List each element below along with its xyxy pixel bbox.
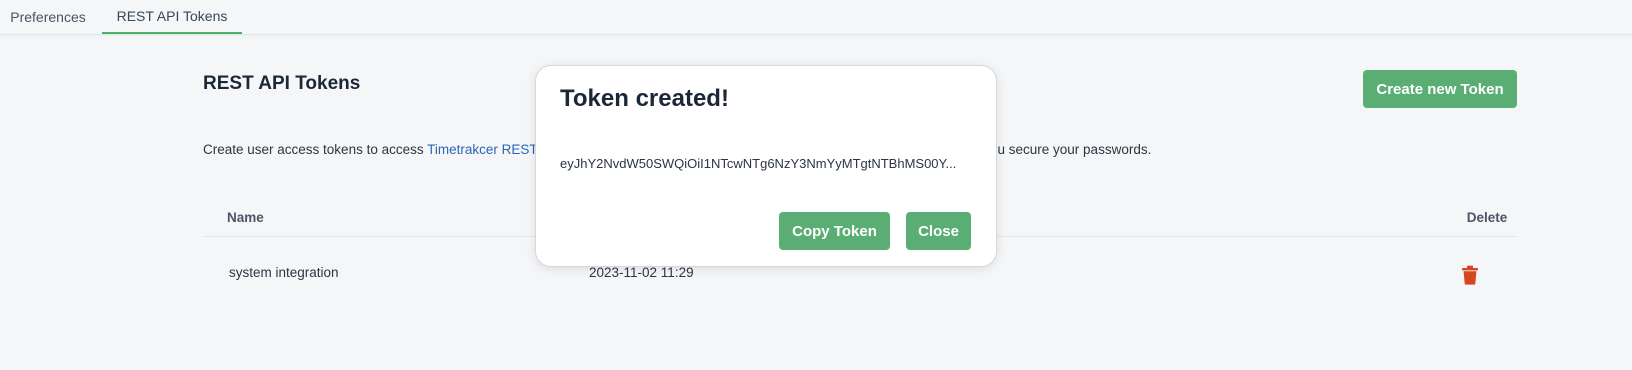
tab-rest-api-tokens[interactable]: REST API Tokens bbox=[102, 0, 242, 34]
tab-bar: Preferences REST API Tokens bbox=[0, 0, 1632, 35]
close-button[interactable]: Close bbox=[906, 212, 971, 250]
rest-api-link[interactable]: Timetrakcer REST bbox=[427, 142, 538, 157]
token-name: system integration bbox=[229, 265, 339, 280]
token-created-dialog: Token created! eyJhY2NvdW50SWQiOiI1NTcwN… bbox=[535, 65, 997, 267]
tab-preferences[interactable]: Preferences bbox=[0, 0, 96, 34]
page-title: REST API Tokens bbox=[203, 73, 361, 94]
trash-icon[interactable] bbox=[1458, 264, 1482, 286]
page-description: Create user access tokens to access Time… bbox=[203, 142, 538, 157]
column-header-delete: Delete bbox=[1466, 210, 1508, 225]
create-token-button[interactable]: Create new Token bbox=[1363, 70, 1517, 108]
token-value: eyJhY2NvdW50SWQiOiI1NTcwNTg6NzY3NmYyMTgt… bbox=[560, 156, 957, 171]
token-created-date: 2023-11-02 11:29 bbox=[589, 265, 694, 280]
page-description-tail: ou secure your passwords. bbox=[990, 142, 1152, 157]
copy-token-button[interactable]: Copy Token bbox=[779, 212, 890, 250]
description-prefix: Create user access tokens to access bbox=[203, 142, 428, 157]
dialog-title: Token created! bbox=[560, 85, 729, 112]
column-header-name: Name bbox=[227, 210, 264, 225]
